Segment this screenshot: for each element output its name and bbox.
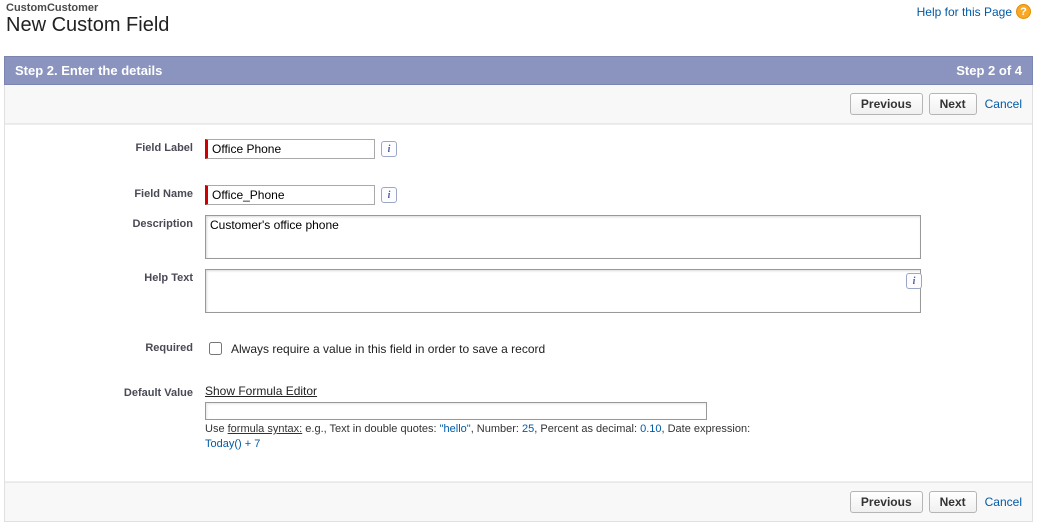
button-bar-top: Previous Next Cancel [5, 85, 1032, 124]
field-label-input[interactable] [205, 139, 375, 159]
cancel-link[interactable]: Cancel [985, 495, 1022, 509]
info-icon[interactable]: i [906, 273, 922, 289]
page-title: New Custom Field [6, 14, 169, 36]
required-label: Required [15, 339, 205, 354]
form-body: Field Label i Field Name i Description H… [5, 124, 1032, 482]
cancel-link[interactable]: Cancel [985, 97, 1022, 111]
info-icon[interactable]: i [381, 187, 397, 203]
field-name-input[interactable] [205, 185, 375, 205]
step-bar: Step 2. Enter the details Step 2 of 4 [4, 56, 1033, 85]
field-name-label: Field Name [15, 185, 205, 200]
context-label: CustomCustomer [6, 2, 169, 14]
default-value-label: Default Value [15, 384, 205, 399]
description-label: Description [15, 215, 205, 230]
description-input[interactable] [205, 215, 921, 259]
previous-button[interactable]: Previous [850, 491, 923, 513]
help-icon[interactable]: ? [1016, 4, 1031, 19]
default-value-input[interactable] [205, 402, 707, 420]
next-button[interactable]: Next [929, 93, 977, 115]
button-bar-bottom: Previous Next Cancel [5, 482, 1032, 521]
next-button[interactable]: Next [929, 491, 977, 513]
info-icon[interactable]: i [381, 141, 397, 157]
help-text-label: Help Text [15, 269, 205, 284]
help-for-page-link[interactable]: Help for this Page [917, 5, 1012, 19]
help-text-input[interactable] [205, 269, 921, 313]
step-progress: Step 2 of 4 [956, 63, 1022, 78]
step-title: Step 2. Enter the details [15, 63, 162, 78]
previous-button[interactable]: Previous [850, 93, 923, 115]
required-checkbox[interactable] [209, 342, 222, 355]
formula-syntax-hint: Use formula syntax: e.g., Text in double… [205, 422, 905, 453]
show-formula-editor-link[interactable]: Show Formula Editor [205, 384, 1022, 398]
field-label-label: Field Label [15, 139, 205, 154]
required-text: Always require a value in this field in … [231, 342, 545, 356]
